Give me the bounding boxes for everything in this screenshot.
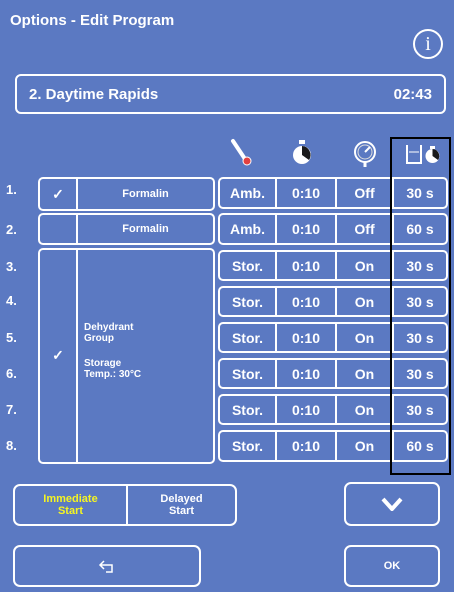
temperature-value[interactable]: Stor. [220,324,275,351]
reagent-name: Formalin [122,188,169,200]
start-mode-selector: Immediate Start Delayed Start [13,484,237,526]
group-name-line1: Dehydrant [84,322,134,333]
time-value[interactable]: 0:10 [277,432,335,460]
step-number-7: 7. [6,402,17,417]
pressure-vacuum-value[interactable]: Off [337,215,392,243]
temperature-value[interactable]: Stor. [220,360,275,387]
step-number-4: 4. [6,293,17,308]
back-button[interactable] [13,545,201,587]
step-number-5: 5. [6,330,17,345]
group-storage-line1: Storage [84,358,122,369]
reagent-cell-2[interactable]: Formalin [38,213,215,245]
pressure-vacuum-value[interactable]: On [337,288,392,315]
delayed-start-line2: Start [168,505,195,517]
delayed-start-button[interactable]: Delayed Start [128,486,235,524]
program-bar: 2. Daytime Rapids 02:43 [15,74,446,114]
temperature-value[interactable]: Stor. [220,252,275,279]
step-number-1: 1. [6,182,17,197]
return-arrow-icon [98,560,113,573]
drip-column-highlight [390,137,451,475]
time-value[interactable]: 0:10 [277,360,335,387]
temperature-value[interactable]: Stor. [220,288,275,315]
time-value[interactable]: 0:10 [277,252,335,279]
pressure-gauge-icon [354,141,376,167]
time-value[interactable]: 0:10 [277,324,335,351]
temperature-value[interactable]: Amb. [220,179,275,207]
program-name: 2. Daytime Rapids [29,85,159,103]
stopwatch-icon [293,140,311,164]
checkmark-icon [40,215,76,243]
delayed-start-line1: Delayed [160,493,203,505]
step-number-2: 2. [6,222,17,237]
immediate-start-line2: Start [57,505,84,517]
time-value[interactable]: 0:10 [277,396,335,423]
temperature-value[interactable]: Amb. [220,215,275,243]
page-title: Options - Edit Program [10,12,175,29]
time-value[interactable]: 0:10 [277,179,335,207]
chevron-down-icon [381,497,403,511]
ok-button[interactable]: OK [344,545,440,587]
program-duration: 02:43 [393,85,432,103]
step-number-8: 8. [6,438,17,453]
pressure-vacuum-value[interactable]: On [337,360,392,387]
pressure-vacuum-value[interactable]: On [337,396,392,423]
checkmark-icon: ✓ [52,185,64,202]
pressure-vacuum-value[interactable]: On [337,252,392,279]
reagent-name: Formalin [122,223,169,235]
info-icon[interactable]: i [413,29,443,59]
temperature-value[interactable]: Stor. [220,432,275,460]
step-number-3: 3. [6,259,17,274]
temperature-value[interactable]: Stor. [220,396,275,423]
group-name-line2: Group [84,333,114,344]
step-number-6: 6. [6,366,17,381]
group-storage-line2: Temp.: 30°C [84,369,142,380]
time-value[interactable]: 0:10 [277,215,335,243]
pressure-vacuum-value[interactable]: On [337,324,392,351]
immediate-start-line1: Immediate [43,493,98,505]
pressure-vacuum-value[interactable]: On [337,432,392,460]
time-value[interactable]: 0:10 [277,288,335,315]
pressure-vacuum-value[interactable]: Off [337,179,392,207]
thermometer-icon [231,139,252,166]
reagent-group-dehydrant[interactable]: ✓ Dehydrant Group Storage Temp.: 30°C [38,248,215,464]
immediate-start-button[interactable]: Immediate Start [15,486,126,524]
reagent-cell-1[interactable]: ✓ Formalin [38,177,215,211]
scroll-down-button[interactable] [344,482,440,526]
checkmark-icon: ✓ [52,346,64,363]
